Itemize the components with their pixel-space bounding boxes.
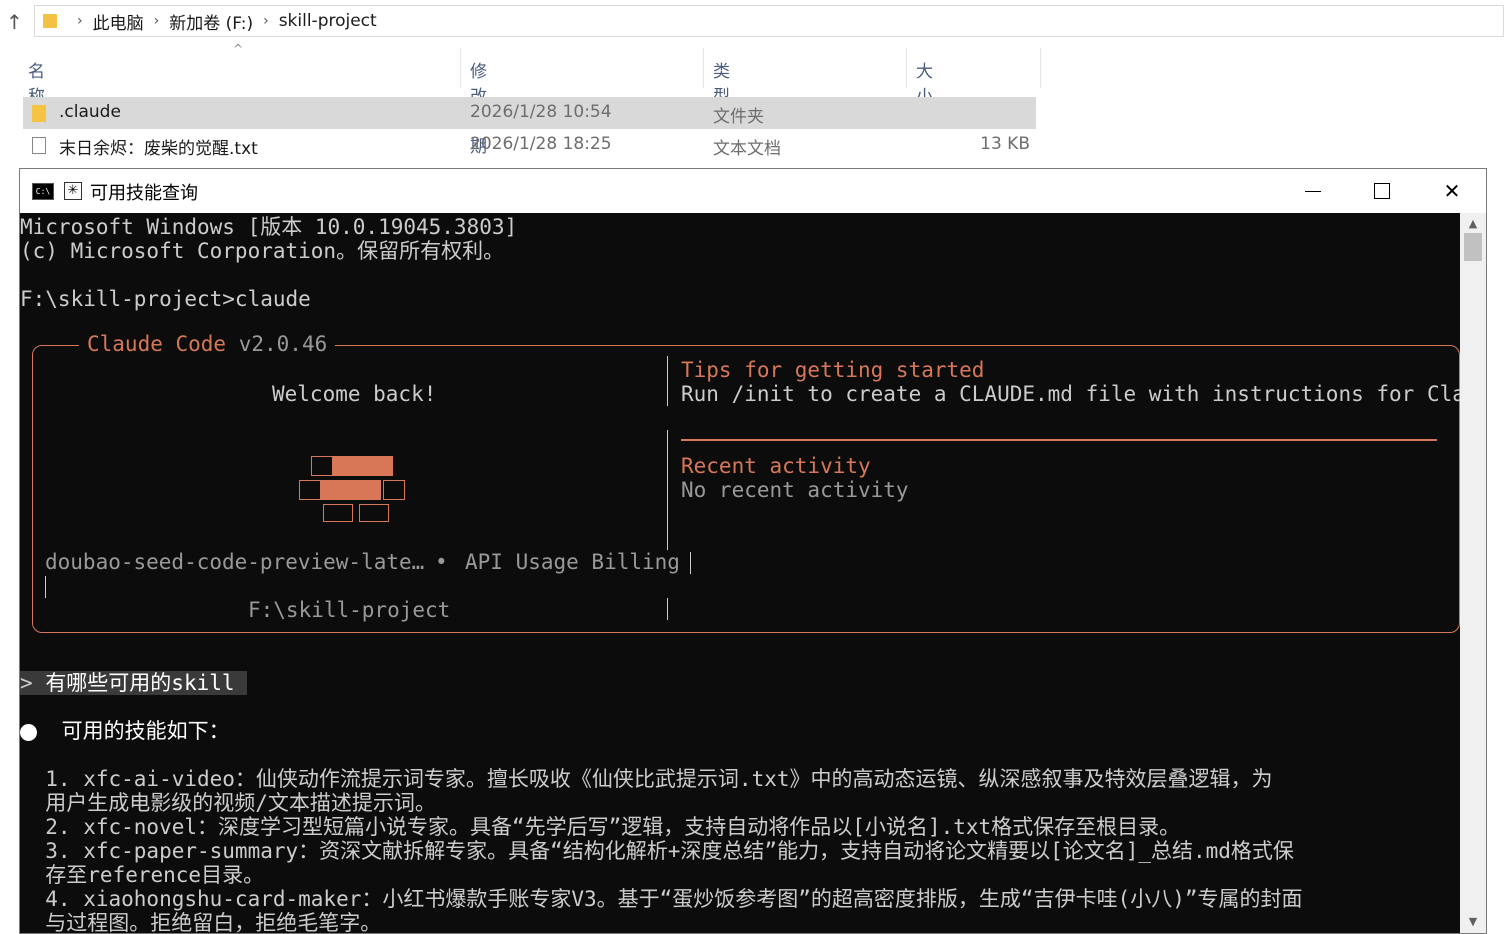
billing-label: API Usage Billing — [465, 550, 680, 574]
file-row[interactable]: .claude 2026/1/28 10:54 文件夹 — [23, 97, 1036, 129]
user-prompt: > 有哪些可用的skill — [20, 671, 247, 695]
breadcrumb-this-pc[interactable]: 此电脑 — [93, 9, 144, 34]
terminal-line: Microsoft Windows [版本 10.0.19045.3803] — [20, 215, 518, 239]
scroll-up-icon[interactable]: ▲ — [1460, 215, 1486, 233]
tips-title: Tips for getting started — [681, 358, 985, 382]
scrollbar-thumb[interactable] — [1464, 233, 1482, 261]
panel-version: v2.0.46 — [238, 332, 328, 356]
recent-activity-title: Recent activity — [681, 454, 871, 478]
file-name: 末日余烬：废柴的觉醒.txt — [59, 139, 258, 159]
breadcrumb-folder[interactable]: skill-project — [279, 11, 377, 31]
tips-text: Run /init to create a CLAUDE.md file wit… — [681, 382, 1460, 406]
up-arrow-icon[interactable]: ↑ — [6, 10, 23, 34]
recent-activity-text: No recent activity — [681, 478, 909, 502]
file-explorer: ↑ › 此电脑 › 新加卷 (F:) › skill-project ^ 名称 … — [0, 0, 1506, 168]
working-directory: F:\skill-project — [248, 598, 451, 622]
file-row[interactable]: 末日余烬：废柴的觉醒.txt 2026/1/28 18:25 文本文档 13 K… — [23, 129, 1036, 161]
minimize-icon — [1305, 190, 1321, 192]
file-type: 文本文档 — [713, 139, 781, 159]
asterisk-icon: ✳ — [64, 182, 82, 200]
title-bar[interactable]: C:\ ✳ 可用技能查询 ✕ — [20, 169, 1486, 213]
welcome-text: Welcome back! — [272, 382, 437, 406]
file-type: 文件夹 — [713, 107, 764, 127]
text-file-icon — [32, 137, 46, 154]
file-date: 2026/1/28 10:54 — [470, 102, 612, 122]
bullet-icon — [20, 723, 37, 741]
scroll-down-icon[interactable]: ▼ — [1460, 913, 1486, 931]
file-date: 2026/1/28 18:25 — [470, 134, 612, 154]
terminal-command: F:\skill-project>claude — [20, 287, 311, 311]
vertical-scrollbar[interactable]: ▲ ▼ — [1460, 213, 1486, 933]
skill-line: 3. xfc-paper-summary：资深文献拆解专家。具备“结构化解析+深… — [20, 839, 1294, 863]
skill-line: 1. xfc-ai-video：仙侠动作流提示词专家。擅长吸收《仙侠比武提示词.… — [20, 767, 1273, 791]
address-bar[interactable]: › 此电脑 › 新加卷 (F:) › skill-project — [34, 5, 1504, 37]
skill-line: 用户生成电影级的视频/文本描述提示词。 — [20, 791, 436, 815]
chevron-right-icon: › — [263, 13, 269, 29]
prompt-chevron-icon: > — [20, 671, 33, 695]
window-title: 可用技能查询 — [90, 183, 198, 204]
cmd-icon: C:\ — [32, 183, 54, 200]
terminal-output[interactable]: Microsoft Windows [版本 10.0.19045.3803] (… — [20, 213, 1460, 933]
folder-icon — [43, 14, 57, 28]
file-name: .claude — [59, 102, 121, 122]
response-header: 可用的技能如下： — [20, 719, 230, 743]
separator-dot: • — [435, 550, 448, 574]
maximize-button[interactable] — [1347, 169, 1417, 213]
breadcrumb-drive[interactable]: 新加卷 (F:) — [169, 9, 253, 34]
close-icon: ✕ — [1443, 179, 1461, 203]
console-window: C:\ ✳ 可用技能查询 ✕ Microsoft Windows [版本 10.… — [19, 168, 1487, 934]
maximize-icon — [1374, 183, 1390, 199]
minimize-button[interactable] — [1278, 169, 1348, 213]
folder-icon — [32, 105, 46, 122]
prompt-text: 有哪些可用的skill — [45, 671, 235, 695]
model-name: doubao-seed-code-preview-late… — [45, 550, 425, 574]
terminal-line: (c) Microsoft Corporation。保留所有权利。 — [20, 239, 505, 263]
skill-line: 2. xfc-novel：深度学习型短篇小说专家。具备“先学后写”逻辑，支持自动… — [20, 815, 1181, 839]
skill-line: 与过程图。拒绝留白，拒绝毛笔字。 — [20, 911, 382, 933]
panel-app-name: Claude Code — [87, 332, 227, 356]
chevron-right-icon: › — [153, 13, 160, 29]
file-size: 13 KB — [980, 134, 1030, 154]
close-button[interactable]: ✕ — [1417, 169, 1487, 213]
sort-ascending-icon: ^ — [233, 42, 244, 56]
skill-line: 4. xiaohongshu-card-maker：小红书爆款手账专家V3。基于… — [20, 887, 1303, 911]
chevron-right-icon: › — [77, 13, 83, 29]
claude-welcome-panel: Claude Code v2.0.46 Welcome back! doubao… — [32, 332, 1460, 633]
panel-title: Claude Code v2.0.46 — [79, 332, 336, 356]
skill-line: 存至reference目录。 — [20, 863, 265, 887]
